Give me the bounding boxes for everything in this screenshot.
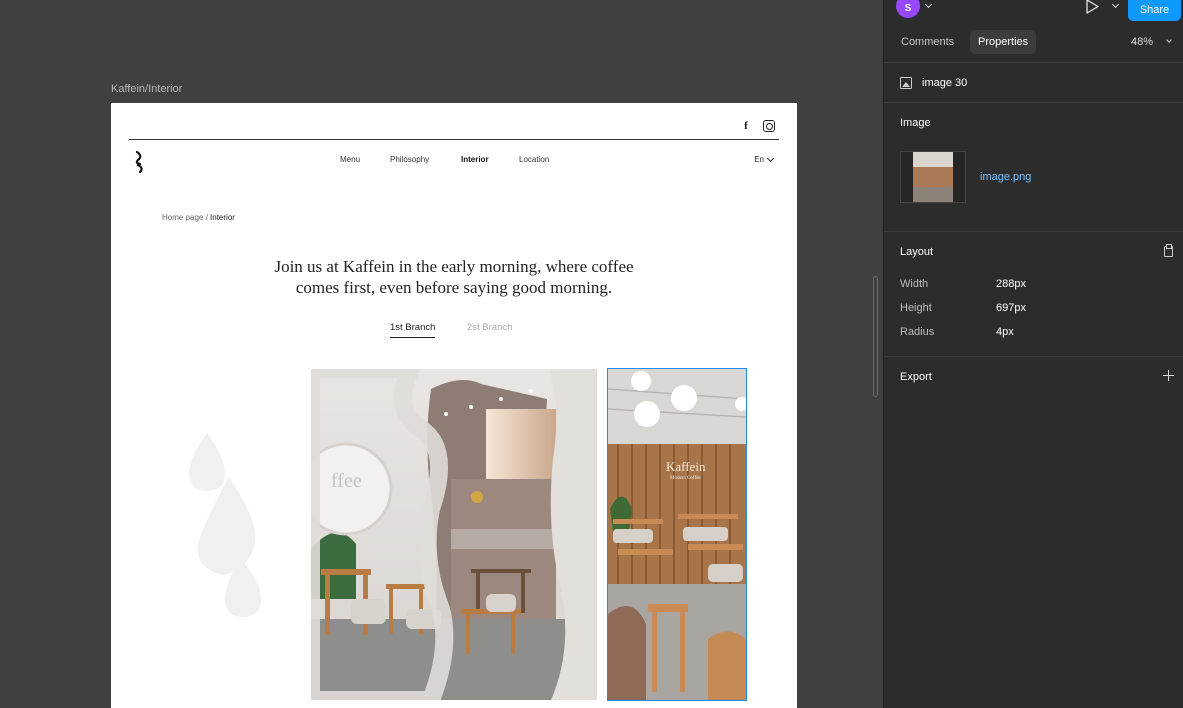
mirror-text: ffee — [331, 470, 362, 492]
tab-2st-branch[interactable]: 2st Branch — [467, 322, 512, 333]
layout-section-title: Layout — [900, 246, 934, 258]
image-section-title: Image — [900, 117, 931, 129]
properties-panel: S Share Comments Properties 48% image 30… — [883, 0, 1183, 708]
sign-subtitle: Modern Coffee — [670, 476, 701, 481]
instagram-icon[interactable] — [763, 120, 775, 132]
headline-line-1: Join us at Kaffein in the early morning,… — [274, 257, 634, 276]
nav-item-philosophy[interactable]: Philosophy — [390, 155, 429, 164]
nav-item-location[interactable]: Location — [519, 155, 549, 164]
divider — [884, 356, 1183, 357]
selection-name: image 30 — [922, 77, 968, 89]
interior-photo-main-art: ffee — [311, 369, 597, 700]
panel-toolbar: S Share — [884, 0, 1183, 22]
selection-row[interactable]: image 30 — [900, 74, 967, 92]
width-value[interactable]: 288px — [996, 278, 1026, 290]
interior-photo-side[interactable]: Kaffein Modern Coffee — [607, 368, 747, 701]
drop-watermark-icon — [189, 433, 261, 617]
design-frame[interactable]: f Menu Philosophy Interior Location En H… — [111, 103, 797, 708]
panel-tabs: Comments Properties 48% — [884, 30, 1183, 54]
height-value[interactable]: 697px — [996, 302, 1026, 314]
language-label: En — [754, 155, 764, 164]
interior-photo-side-art: Kaffein Modern Coffee — [608, 369, 746, 700]
site-nav: Menu Philosophy Interior Location — [111, 155, 797, 169]
page-headline: Join us at Kaffein in the early morning,… — [211, 256, 697, 298]
clipboard-icon[interactable] — [1164, 244, 1173, 257]
tab-1st-branch[interactable]: 1st Branch — [390, 322, 436, 338]
site-topbar: f — [129, 103, 779, 140]
image-icon — [900, 77, 912, 89]
height-label: Height — [900, 302, 932, 314]
nav-item-interior[interactable]: Interior — [461, 155, 489, 164]
breadcrumb-current: Interior — [210, 213, 235, 222]
play-icon[interactable] — [1084, 0, 1100, 14]
add-export-icon[interactable] — [1163, 370, 1174, 381]
nav-item-menu[interactable]: Menu — [340, 155, 360, 164]
zoom-level[interactable]: 48% — [1131, 36, 1153, 48]
divider — [884, 231, 1183, 232]
export-section-title: Export — [900, 371, 932, 383]
headline-line-2: comes first, even before saying good mor… — [295, 278, 613, 297]
width-label: Width — [900, 278, 929, 290]
language-selector[interactable]: En — [754, 154, 775, 164]
sign-brand: Kaffein — [666, 459, 706, 474]
share-button[interactable]: Share — [1128, 0, 1181, 21]
breadcrumb-home[interactable]: Home page — [162, 213, 203, 222]
divider — [884, 62, 1183, 63]
chevron-down-icon[interactable] — [1111, 0, 1120, 9]
breadcrumb: Home page / Interior — [162, 213, 235, 222]
tab-properties[interactable]: Properties — [970, 30, 1037, 54]
image-thumbnail[interactable] — [900, 151, 966, 203]
frame-label[interactable]: Kaffein/Interior — [111, 83, 182, 95]
facebook-icon[interactable]: f — [740, 120, 752, 132]
canvas-scrollbar[interactable] — [873, 276, 878, 397]
chevron-down-icon[interactable] — [924, 0, 933, 9]
thumbnail-preview — [913, 152, 953, 202]
interior-photo-main[interactable]: ffee — [311, 369, 597, 700]
tab-comments[interactable]: Comments — [893, 30, 962, 54]
radius-label: Radius — [900, 326, 935, 338]
image-file-link[interactable]: image.png — [980, 171, 1031, 183]
design-canvas[interactable]: Kaffein/Interior f Menu Philosophy Inter… — [0, 0, 883, 708]
avatar[interactable]: S — [896, 0, 920, 18]
divider — [884, 102, 1183, 103]
chevron-down-icon — [766, 154, 775, 162]
radius-value[interactable]: 4px — [996, 326, 1014, 338]
chevron-down-icon[interactable] — [1166, 37, 1172, 43]
